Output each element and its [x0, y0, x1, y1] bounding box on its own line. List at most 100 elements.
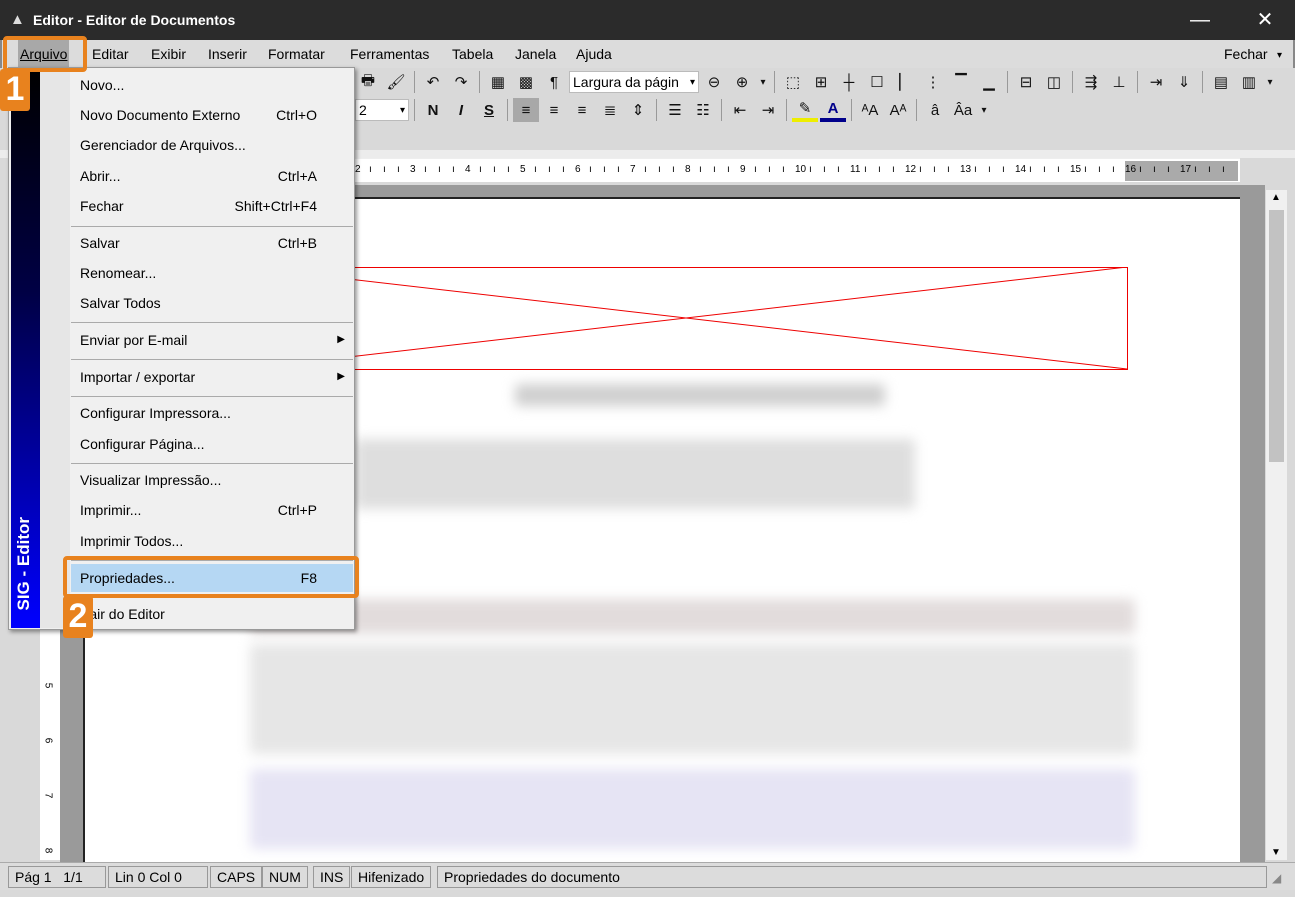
italic-icon[interactable]: I: [448, 98, 474, 122]
ruler-tick: ı: [493, 164, 496, 175]
menu-exibir[interactable]: Exibir: [151, 46, 186, 62]
menu-item-visualizar-impressão[interactable]: Visualizar Impressão...: [71, 466, 353, 494]
move-down-icon[interactable]: ⇓: [1171, 70, 1197, 94]
line-spacing-icon[interactable]: ⇕: [625, 98, 651, 122]
menu-editar[interactable]: Editar: [92, 46, 129, 62]
undo-icon[interactable]: ↶: [420, 70, 446, 94]
menu-item-novo[interactable]: Novo...: [71, 71, 353, 99]
border-none-icon[interactable]: ⬚: [780, 70, 806, 94]
chevron-down-icon[interactable]: ▾: [400, 105, 405, 116]
menu-item-label: Fechar: [80, 198, 124, 214]
scroll-down-icon[interactable]: ▼: [1271, 847, 1281, 858]
border-outer-icon[interactable]: ☐: [864, 70, 890, 94]
chevron-down-icon[interactable]: ▾: [1277, 50, 1282, 61]
menu-item-label: Salvar: [80, 235, 120, 251]
menu-item-renomear[interactable]: Renomear...: [71, 259, 353, 287]
ruler-tick-label: 4: [465, 164, 471, 175]
menu-item-importar-exportar[interactable]: Importar / exportar ▶: [71, 363, 353, 391]
merge-cells-icon[interactable]: ▩: [513, 70, 539, 94]
menu-inserir[interactable]: Inserir: [208, 46, 247, 62]
bold-icon[interactable]: N: [420, 98, 446, 122]
menu-item-novo-documento-externo[interactable]: Novo Documento Externo Ctrl+O: [71, 101, 353, 129]
highlight-icon[interactable]: ✎: [792, 98, 818, 122]
justify-icon[interactable]: ≣: [597, 98, 623, 122]
menu-item-salvar-todos[interactable]: Salvar Todos: [71, 289, 353, 317]
print-icon[interactable]: 🖶: [355, 70, 381, 94]
menu-item-sair-do-editor[interactable]: Sair do Editor: [71, 600, 353, 628]
menu-item-salvar[interactable]: Salvar Ctrl+B: [71, 229, 353, 257]
menu-item-label: Enviar por E-mail: [80, 332, 188, 348]
border-bottom-icon[interactable]: ▁: [976, 70, 1002, 94]
shrink-font-icon[interactable]: Aᴬ: [885, 98, 911, 122]
menu-item-fechar[interactable]: Fechar Shift+Ctrl+F4: [71, 192, 353, 220]
more-icon[interactable]: ▾: [978, 98, 990, 122]
menu-ajuda[interactable]: Ajuda: [576, 46, 612, 62]
more-icon[interactable]: ▾: [757, 70, 769, 94]
menu-item-imprimir-todos[interactable]: Imprimir Todos...: [71, 527, 353, 555]
pilcrow-icon[interactable]: ¶: [541, 70, 567, 94]
menu-item-configurar-impressora[interactable]: Configurar Impressora...: [71, 399, 353, 427]
horizontal-ruler[interactable]: 2 ı ı ı 3 ı ı ı 4 ı ı ı 5 ı ı ı 6 ı ı ı 7 ı ı ı 8 ı ı ı 9 ı ı ı 10 ı ı ı 11 ı…: [355, 158, 1240, 182]
menu-item-imprimir[interactable]: Imprimir... Ctrl+P: [71, 496, 353, 524]
font-color-icon[interactable]: A: [820, 98, 846, 122]
ruler-tick: ı: [974, 164, 977, 175]
font-size-select[interactable]: 2 ▾: [355, 99, 409, 121]
grow-font-icon[interactable]: ᴬA: [857, 98, 883, 122]
table-icon[interactable]: ▦: [485, 70, 511, 94]
menu-item-configurar-página[interactable]: Configurar Página...: [71, 430, 353, 458]
border-vertical-icon[interactable]: ⋮: [920, 70, 946, 94]
border-all-icon[interactable]: ⊞: [808, 70, 834, 94]
menu-separator: [71, 322, 353, 323]
vertical-ruler[interactable]: 5 6 7 8: [40, 630, 60, 860]
align-center-icon[interactable]: ≡: [541, 98, 567, 122]
align-right-icon[interactable]: ≡: [569, 98, 595, 122]
chevron-down-icon[interactable]: ▾: [690, 77, 695, 88]
menu-item-abrir[interactable]: Abrir... Ctrl+A: [71, 162, 353, 190]
menu-item-label: Importar / exportar: [80, 369, 196, 385]
menu-item-shortcut: Ctrl+A: [277, 168, 317, 184]
superscript-icon[interactable]: â: [922, 98, 948, 122]
close-document-button[interactable]: Fechar: [1224, 46, 1268, 62]
menu-tabela[interactable]: Tabela: [452, 46, 493, 62]
more-icon[interactable]: ▾: [1264, 70, 1276, 94]
bullets-icon[interactable]: ☰: [662, 98, 688, 122]
split-cell-icon[interactable]: ⇶: [1078, 70, 1104, 94]
move-right-icon[interactable]: ⇥: [1143, 70, 1169, 94]
scrollbar-thumb[interactable]: [1269, 210, 1284, 462]
numbering-icon[interactable]: ☷: [690, 98, 716, 122]
menu-formatar[interactable]: Formatar: [268, 46, 325, 62]
zoom-in-icon[interactable]: ⊕: [729, 70, 755, 94]
image-placeholder[interactable]: [245, 267, 1129, 371]
indent-icon[interactable]: ⇥: [755, 98, 781, 122]
border-left-icon[interactable]: ▏: [892, 70, 918, 94]
scroll-up-icon[interactable]: ▲: [1271, 192, 1281, 203]
menu-ferramentas[interactable]: Ferramentas: [350, 46, 429, 62]
format-painter-icon[interactable]: 🖌: [383, 70, 409, 94]
ruler-tick: ı: [1057, 164, 1060, 175]
ruler-tick-label: 8: [685, 164, 691, 175]
align-left-icon[interactable]: ≡: [513, 98, 539, 122]
split-tree-icon[interactable]: ⊥: [1106, 70, 1132, 94]
insert-column-icon[interactable]: ◫: [1041, 70, 1067, 94]
minimize-icon[interactable]: —: [1180, 6, 1220, 34]
redo-icon[interactable]: ↷: [448, 70, 474, 94]
vertical-scrollbar[interactable]: ▲ ▼: [1266, 190, 1287, 860]
zoom-out-icon[interactable]: ⊖: [701, 70, 727, 94]
border-top-icon[interactable]: ▔: [948, 70, 974, 94]
menu-item-enviar-por-e-mail[interactable]: Enviar por E-mail ▶: [71, 326, 353, 354]
grid-1-icon[interactable]: ▤: [1208, 70, 1234, 94]
border-inner-icon[interactable]: ┼: [836, 70, 862, 94]
close-icon[interactable]: ✕: [1245, 6, 1285, 34]
subscript-icon[interactable]: Âa: [950, 98, 976, 122]
menu-janela[interactable]: Janela: [515, 46, 556, 62]
menu-item-gerenciador-de-arquivos[interactable]: Gerenciador de Arquivos...: [71, 131, 353, 159]
underline-icon[interactable]: S: [476, 98, 502, 122]
zoom-select[interactable]: Largura da págin ▾: [569, 71, 699, 93]
menu-item-label: Configurar Impressora...: [80, 405, 231, 421]
insert-row-icon[interactable]: ⊟: [1013, 70, 1039, 94]
outdent-icon[interactable]: ⇤: [727, 98, 753, 122]
status-bar: Pág 1 1/1 Lin 0 Col 0 CAPS NUM INS Hifen…: [0, 862, 1295, 890]
toolbar-separator: [786, 99, 787, 121]
grid-2-icon[interactable]: ▥: [1236, 70, 1262, 94]
resize-grip-icon[interactable]: ◢: [1272, 871, 1281, 885]
